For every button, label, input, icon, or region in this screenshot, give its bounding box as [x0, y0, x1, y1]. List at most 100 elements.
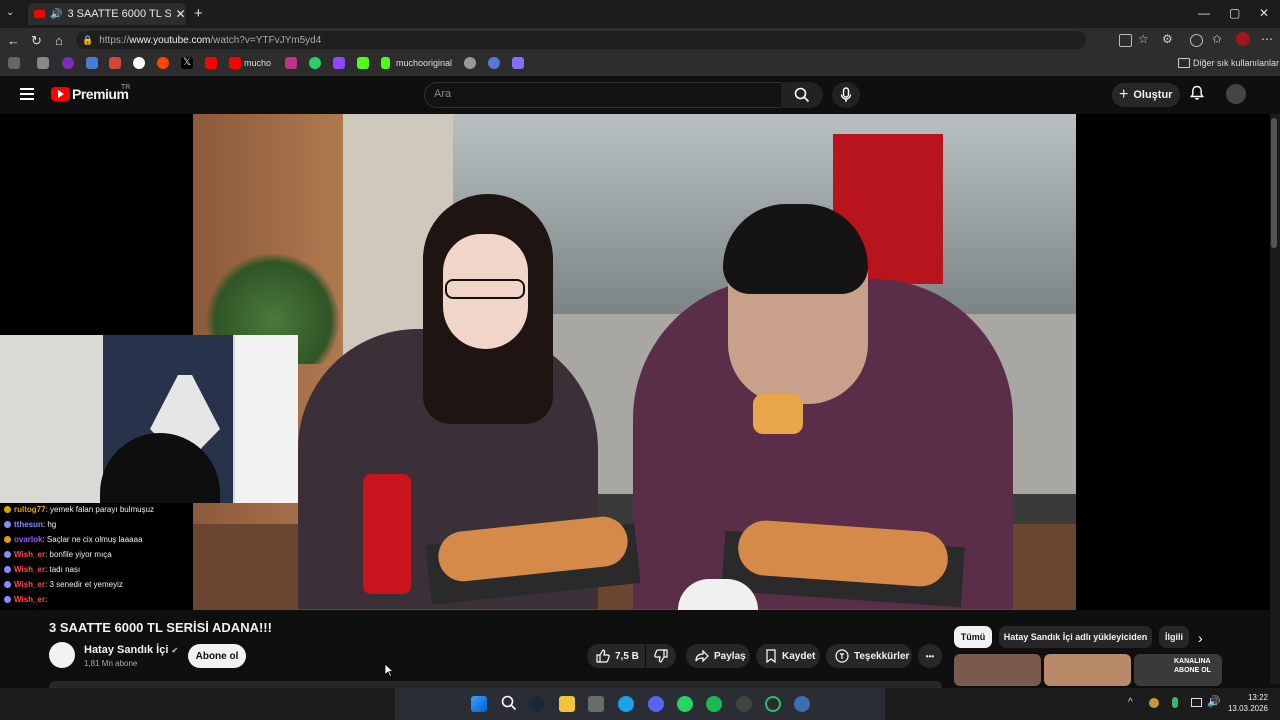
dislike-button[interactable] — [646, 644, 676, 668]
twitch-icon[interactable] — [333, 57, 345, 69]
hamburger-menu-icon[interactable] — [20, 88, 34, 100]
bookmark-folder-icon[interactable] — [37, 57, 49, 69]
save-button[interactable]: Kaydet — [756, 644, 820, 668]
system-clock[interactable]: 13:22 13.03.2026 — [1222, 692, 1268, 714]
browser-menu-icon[interactable]: ⋯ — [1261, 32, 1273, 46]
thanks-button[interactable]: Teşekkürler — [826, 644, 912, 668]
windows-start-icon[interactable] — [471, 696, 487, 712]
tray-microphone-icon[interactable] — [1172, 697, 1178, 708]
badge-icon — [4, 536, 11, 544]
store-icon[interactable] — [588, 696, 604, 712]
network-icon[interactable] — [1191, 698, 1202, 707]
instagram-icon[interactable] — [285, 57, 297, 69]
home-icon[interactable]: ⌂ — [55, 33, 63, 48]
save-label: Kaydet — [782, 650, 816, 662]
thumbs-down-icon — [654, 649, 668, 663]
window-maximize-button[interactable]: ▢ — [1229, 6, 1240, 20]
edge-icon[interactable] — [618, 696, 634, 712]
browser-tab-active[interactable]: 🔊 3 SAATTE 6000 TL SERİSİ ADANA!!! ✕ — [28, 3, 186, 25]
youtube-icon[interactable] — [229, 57, 241, 69]
gmail-icon[interactable] — [109, 57, 121, 69]
bookmark-mucho[interactable]: mucho — [244, 58, 271, 68]
volume-icon[interactable]: 🔊 — [1207, 695, 1221, 708]
description-box[interactable] — [49, 681, 942, 688]
bookmark-pen-icon[interactable] — [512, 57, 524, 69]
back-button[interactable]: ← — [7, 33, 20, 48]
chat-message: : bonfile yiyor mıça — [45, 550, 112, 559]
region-code: TR — [121, 84, 131, 91]
vpn-icon[interactable] — [794, 696, 810, 712]
new-tab-button[interactable]: + — [194, 5, 203, 22]
steam-icon[interactable] — [529, 696, 545, 712]
search-box[interactable] — [424, 82, 782, 108]
app-available-icon[interactable] — [1119, 34, 1132, 47]
chip-all[interactable]: Tümü — [954, 626, 992, 648]
bookmark-app-icon[interactable] — [62, 57, 74, 69]
address-bar[interactable]: 🔒 https://www.youtube.com/watch?v=YTFvJY… — [76, 31, 1086, 49]
share-icon — [695, 649, 709, 663]
more-actions-button[interactable]: ••• — [918, 644, 942, 668]
whatsapp-icon[interactable] — [309, 57, 321, 69]
other-bookmarks[interactable]: Diğer sık kullanılanlar — [1193, 58, 1279, 68]
bookmark-globe-icon[interactable] — [464, 57, 476, 69]
like-button[interactable]: 7,5 B — [587, 644, 645, 668]
youtube-premium-logo[interactable]: Premium — [72, 86, 129, 102]
create-button[interactable]: + Oluştur — [1112, 83, 1180, 107]
spotify-icon[interactable] — [706, 696, 722, 712]
google-icon[interactable] — [133, 57, 145, 69]
kick-bookmark-icon[interactable] — [357, 57, 369, 69]
chip-from-uploader[interactable]: Hatay Sandık İçi adlı yükleyiciden — [999, 626, 1152, 648]
channel-name-text: Hatay Sandık İçi — [84, 644, 169, 656]
discord-icon[interactable] — [648, 696, 664, 712]
account-avatar[interactable] — [1226, 84, 1246, 104]
bookmark-muchooriginal[interactable]: muchooriginal — [396, 58, 452, 68]
bookmark-sync-icon[interactable] — [488, 57, 500, 69]
youtube-bookmark-icon[interactable] — [205, 57, 217, 69]
search-button[interactable] — [781, 82, 823, 108]
file-explorer-icon[interactable] — [559, 696, 575, 712]
reload-button[interactable]: ↻ — [31, 33, 42, 49]
plus-icon: + — [1119, 86, 1129, 103]
chip-related[interactable]: İlgili — [1159, 626, 1189, 648]
extensions-icon[interactable]: ⚙ — [1162, 32, 1173, 46]
profile-avatar[interactable] — [1236, 32, 1250, 46]
voice-search-button[interactable] — [832, 82, 860, 108]
subscribe-button[interactable]: Abone ol — [188, 644, 246, 668]
channel-name[interactable]: Hatay Sandık İçi ✔ — [84, 644, 178, 656]
speaker-icon[interactable]: 🔊 — [50, 9, 62, 20]
mouse-cursor-icon — [385, 664, 394, 677]
browser-essentials-icon[interactable] — [1190, 34, 1203, 47]
kick-icon[interactable] — [381, 57, 390, 69]
share-button[interactable]: Paylaş — [686, 644, 750, 668]
notifications-bell-icon[interactable] — [1189, 85, 1205, 104]
scrollbar-thumb[interactable] — [1271, 118, 1277, 248]
recommended-thumbnail[interactable] — [1044, 654, 1131, 686]
recommended-thumbnail[interactable]: KANALINA ABONE OL — [1134, 654, 1222, 686]
reddit-icon[interactable] — [157, 57, 169, 69]
tab-actions-chevron-icon[interactable]: ⌄ — [6, 7, 14, 18]
bookmark-doc-icon[interactable] — [86, 57, 98, 69]
url-path: /watch?v=YTFvJYm5yd4 — [210, 34, 322, 46]
chevron-right-icon[interactable]: › — [1198, 630, 1203, 646]
app-icon[interactable] — [736, 696, 752, 712]
tab-close-icon[interactable]: ✕ — [175, 7, 185, 21]
window-close-button[interactable]: ✕ — [1259, 6, 1269, 20]
channel-avatar[interactable] — [49, 642, 75, 668]
bookmark-grid-icon[interactable] — [8, 57, 20, 69]
tray-chevron-icon[interactable]: ^ — [1128, 697, 1133, 708]
window-minimize-button[interactable]: — — [1198, 6, 1210, 20]
x-icon[interactable]: 𝕏 — [181, 57, 193, 69]
video-frame[interactable] — [193, 114, 1076, 610]
search-input[interactable]: Ara — [434, 88, 451, 100]
collections-icon[interactable]: ✩ — [1212, 32, 1222, 46]
search-icon — [794, 87, 810, 103]
lock-icon[interactable]: 🔒 — [82, 35, 93, 46]
chat-line: Wish_er: 3 senedir et yemeyiz — [4, 580, 123, 589]
whatsapp-taskbar-icon[interactable] — [677, 696, 693, 712]
recommended-thumbnail[interactable] — [954, 654, 1041, 686]
favorite-star-icon[interactable]: ☆ — [1138, 32, 1149, 46]
tray-app-icon[interactable] — [1149, 698, 1159, 708]
badge-icon — [4, 596, 11, 604]
xbox-icon[interactable] — [765, 696, 781, 712]
taskbar-search-icon[interactable] — [501, 695, 517, 716]
